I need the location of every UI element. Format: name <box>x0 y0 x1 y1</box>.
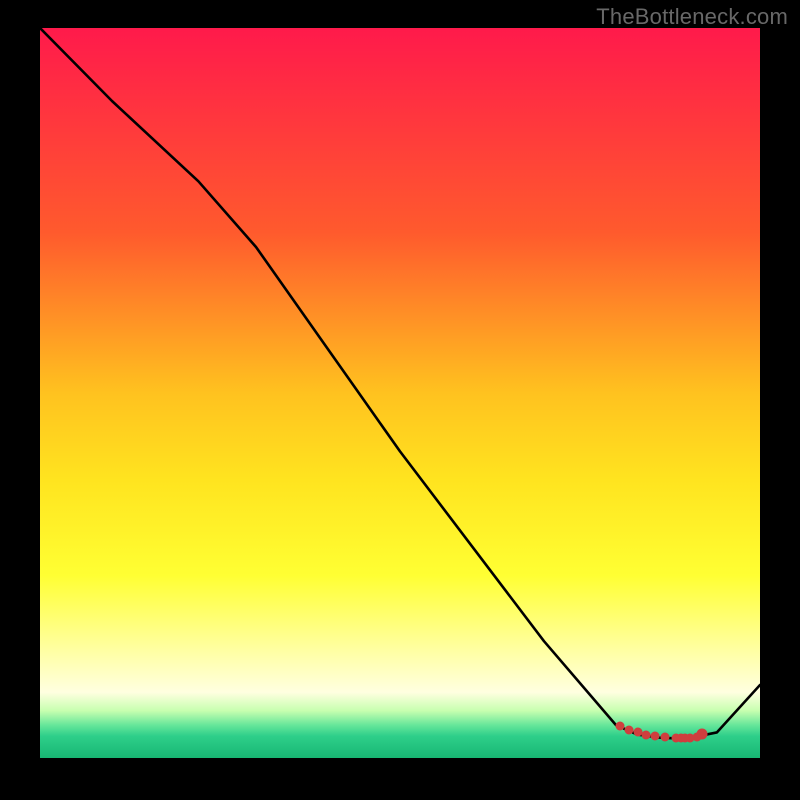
marker-point <box>633 728 642 737</box>
marker-point <box>697 729 708 740</box>
marker-point <box>650 732 659 741</box>
marker-point <box>642 730 651 739</box>
marker-point <box>615 721 624 730</box>
bottleneck-curve <box>40 28 760 738</box>
marker-point <box>624 725 633 734</box>
plot-area <box>40 28 760 758</box>
chart-stage: TheBottleneck.com <box>0 0 800 800</box>
watermark-text: TheBottleneck.com <box>596 4 788 30</box>
curve-layer <box>40 28 760 758</box>
marker-point <box>660 733 669 742</box>
